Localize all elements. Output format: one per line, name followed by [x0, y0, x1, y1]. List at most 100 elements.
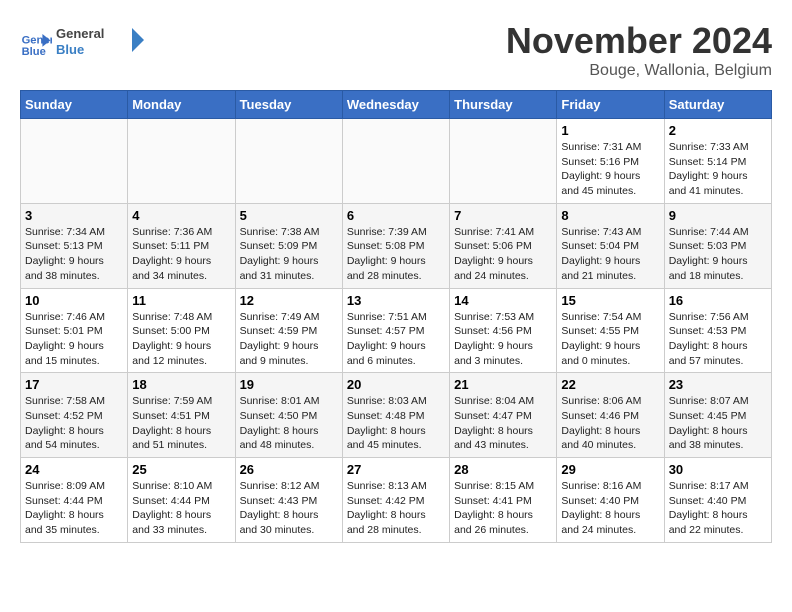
day-info: Sunrise: 8:03 AMSunset: 4:48 PMDaylight:…: [347, 394, 445, 453]
day-number: 16: [669, 293, 767, 308]
calendar-day-19: 19Sunrise: 8:01 AMSunset: 4:50 PMDayligh…: [235, 373, 342, 458]
title-block: November 2024 Bouge, Wallonia, Belgium: [506, 20, 772, 80]
day-header-thursday: Thursday: [450, 91, 557, 119]
day-info: Sunrise: 7:44 AMSunset: 5:03 PMDaylight:…: [669, 225, 767, 284]
day-info: Sunrise: 7:33 AMSunset: 5:14 PMDaylight:…: [669, 140, 767, 199]
month-title: November 2024: [506, 20, 772, 62]
calendar-table: SundayMondayTuesdayWednesdayThursdayFrid…: [20, 90, 772, 543]
day-info: Sunrise: 7:41 AMSunset: 5:06 PMDaylight:…: [454, 225, 552, 284]
calendar-day-7: 7 Sunrise: 7:41 AMSunset: 5:06 PMDaylight…: [450, 203, 557, 288]
calendar-day-empty: [450, 119, 557, 204]
day-number: 27: [347, 462, 445, 477]
day-number: 3: [25, 208, 123, 223]
calendar-day-6: 6 Sunrise: 7:39 AMSunset: 5:08 PMDaylight…: [342, 203, 449, 288]
day-number: 30: [669, 462, 767, 477]
calendar-week-4: 17 Sunrise: 7:58 AMSunset: 4:52 PMDayligh…: [21, 373, 772, 458]
day-info: Sunrise: 7:46 AMSunset: 5:01 PMDaylight:…: [25, 310, 123, 369]
logo: General Blue General Blue: [20, 20, 146, 65]
svg-text:Blue: Blue: [22, 46, 46, 58]
calendar-day-18: 18 Sunrise: 7:59 AMSunset: 4:51 PMDayligh…: [128, 373, 235, 458]
day-info: Sunrise: 7:38 AMSunset: 5:09 PMDaylight:…: [240, 225, 338, 284]
day-header-monday: Monday: [128, 91, 235, 119]
day-number: 9: [669, 208, 767, 223]
day-info: Sunrise: 8:17 AMSunset: 4:40 PMDaylight:…: [669, 479, 767, 538]
calendar-day-empty: [128, 119, 235, 204]
calendar-day-9: 9 Sunrise: 7:44 AMSunset: 5:03 PMDaylight…: [664, 203, 771, 288]
calendar-week-1: 1Sunrise: 7:31 AMSunset: 5:16 PMDaylight…: [21, 119, 772, 204]
day-info: Sunrise: 7:56 AMSunset: 4:53 PMDaylight:…: [669, 310, 767, 369]
calendar-day-empty: [235, 119, 342, 204]
calendar-day-25: 25 Sunrise: 8:10 AMSunset: 4:44 PMDayligh…: [128, 458, 235, 543]
calendar-day-3: 3 Sunrise: 7:34 AMSunset: 5:13 PMDaylight…: [21, 203, 128, 288]
calendar-day-22: 22Sunrise: 8:06 AMSunset: 4:46 PMDayligh…: [557, 373, 664, 458]
calendar-day-21: 21Sunrise: 8:04 AMSunset: 4:47 PMDayligh…: [450, 373, 557, 458]
page-header: General Blue General Blue November 2024 …: [20, 20, 772, 80]
calendar-day-24: 24 Sunrise: 8:09 AMSunset: 4:44 PMDayligh…: [21, 458, 128, 543]
calendar-header-row: SundayMondayTuesdayWednesdayThursdayFrid…: [21, 91, 772, 119]
calendar-day-14: 14 Sunrise: 7:53 AMSunset: 4:56 PMDayligh…: [450, 288, 557, 373]
calendar-day-30: 30 Sunrise: 8:17 AMSunset: 4:40 PMDayligh…: [664, 458, 771, 543]
day-number: 25: [132, 462, 230, 477]
day-info: Sunrise: 7:58 AMSunset: 4:52 PMDaylight:…: [25, 394, 123, 453]
calendar-day-5: 5 Sunrise: 7:38 AMSunset: 5:09 PMDaylight…: [235, 203, 342, 288]
day-info: Sunrise: 8:10 AMSunset: 4:44 PMDaylight:…: [132, 479, 230, 538]
day-number: 7: [454, 208, 552, 223]
day-info: Sunrise: 8:13 AMSunset: 4:42 PMDaylight:…: [347, 479, 445, 538]
day-info: Sunrise: 7:36 AMSunset: 5:11 PMDaylight:…: [132, 225, 230, 284]
day-info: Sunrise: 7:53 AMSunset: 4:56 PMDaylight:…: [454, 310, 552, 369]
calendar-day-4: 4 Sunrise: 7:36 AMSunset: 5:11 PMDaylight…: [128, 203, 235, 288]
day-number: 18: [132, 377, 230, 392]
calendar-day-12: 12 Sunrise: 7:49 AMSunset: 4:59 PMDayligh…: [235, 288, 342, 373]
day-info: Sunrise: 7:34 AMSunset: 5:13 PMDaylight:…: [25, 225, 123, 284]
location: Bouge, Wallonia, Belgium: [506, 62, 772, 80]
day-number: 10: [25, 293, 123, 308]
calendar-day-11: 11Sunrise: 7:48 AMSunset: 5:00 PMDayligh…: [128, 288, 235, 373]
day-header-sunday: Sunday: [21, 91, 128, 119]
day-info: Sunrise: 7:54 AMSunset: 4:55 PMDaylight:…: [561, 310, 659, 369]
day-info: Sunrise: 7:39 AMSunset: 5:08 PMDaylight:…: [347, 225, 445, 284]
calendar-day-1: 1Sunrise: 7:31 AMSunset: 5:16 PMDaylight…: [557, 119, 664, 204]
logo-text: General Blue: [56, 20, 146, 65]
day-number: 11: [132, 293, 230, 308]
day-number: 22: [561, 377, 659, 392]
day-info: Sunrise: 8:15 AMSunset: 4:41 PMDaylight:…: [454, 479, 552, 538]
calendar-week-3: 10 Sunrise: 7:46 AMSunset: 5:01 PMDayligh…: [21, 288, 772, 373]
day-info: Sunrise: 7:49 AMSunset: 4:59 PMDaylight:…: [240, 310, 338, 369]
logo-icon: General Blue: [20, 26, 52, 58]
calendar-day-16: 16 Sunrise: 7:56 AMSunset: 4:53 PMDayligh…: [664, 288, 771, 373]
calendar-day-27: 27 Sunrise: 8:13 AMSunset: 4:42 PMDayligh…: [342, 458, 449, 543]
calendar-day-17: 17 Sunrise: 7:58 AMSunset: 4:52 PMDayligh…: [21, 373, 128, 458]
day-number: 24: [25, 462, 123, 477]
calendar-day-8: 8Sunrise: 7:43 AMSunset: 5:04 PMDaylight…: [557, 203, 664, 288]
day-number: 15: [561, 293, 659, 308]
day-header-saturday: Saturday: [664, 91, 771, 119]
day-number: 17: [25, 377, 123, 392]
day-header-friday: Friday: [557, 91, 664, 119]
day-info: Sunrise: 8:12 AMSunset: 4:43 PMDaylight:…: [240, 479, 338, 538]
day-number: 14: [454, 293, 552, 308]
calendar-day-20: 20Sunrise: 8:03 AMSunset: 4:48 PMDayligh…: [342, 373, 449, 458]
day-number: 29: [561, 462, 659, 477]
svg-text:General: General: [56, 26, 104, 41]
day-number: 23: [669, 377, 767, 392]
day-number: 6: [347, 208, 445, 223]
svg-text:Blue: Blue: [56, 42, 84, 57]
day-number: 2: [669, 123, 767, 138]
calendar-day-10: 10 Sunrise: 7:46 AMSunset: 5:01 PMDayligh…: [21, 288, 128, 373]
calendar-week-2: 3 Sunrise: 7:34 AMSunset: 5:13 PMDaylight…: [21, 203, 772, 288]
day-number: 4: [132, 208, 230, 223]
day-number: 12: [240, 293, 338, 308]
day-info: Sunrise: 8:07 AMSunset: 4:45 PMDaylight:…: [669, 394, 767, 453]
day-info: Sunrise: 8:09 AMSunset: 4:44 PMDaylight:…: [25, 479, 123, 538]
calendar-day-empty: [342, 119, 449, 204]
calendar-week-5: 24 Sunrise: 8:09 AMSunset: 4:44 PMDayligh…: [21, 458, 772, 543]
day-number: 5: [240, 208, 338, 223]
calendar-day-23: 23 Sunrise: 8:07 AMSunset: 4:45 PMDayligh…: [664, 373, 771, 458]
day-number: 26: [240, 462, 338, 477]
calendar-day-15: 15 Sunrise: 7:54 AMSunset: 4:55 PMDayligh…: [557, 288, 664, 373]
day-info: Sunrise: 7:59 AMSunset: 4:51 PMDaylight:…: [132, 394, 230, 453]
calendar-day-2: 2 Sunrise: 7:33 AMSunset: 5:14 PMDaylight…: [664, 119, 771, 204]
calendar-day-28: 28 Sunrise: 8:15 AMSunset: 4:41 PMDayligh…: [450, 458, 557, 543]
day-info: Sunrise: 7:43 AMSunset: 5:04 PMDaylight:…: [561, 225, 659, 284]
day-number: 28: [454, 462, 552, 477]
